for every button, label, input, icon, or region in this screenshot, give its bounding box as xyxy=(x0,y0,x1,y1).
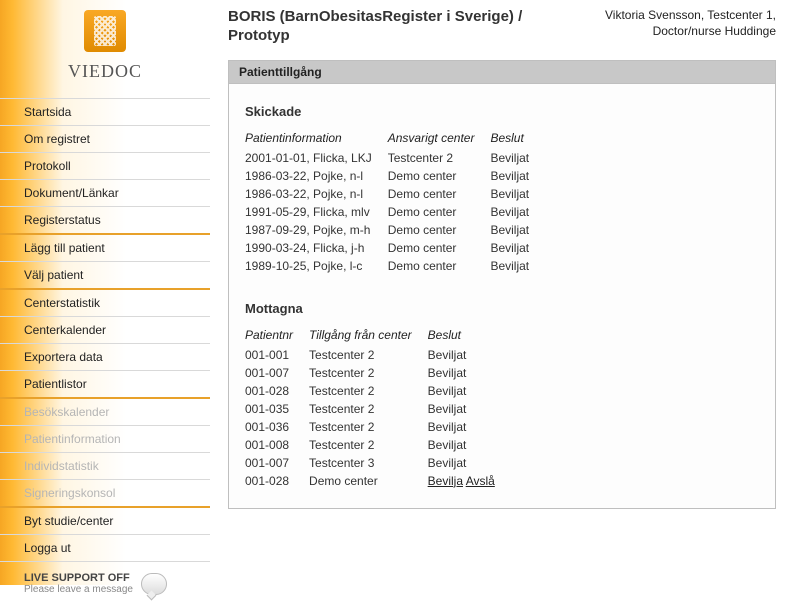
sidebar-item[interactable]: Patientlistor xyxy=(0,370,210,397)
user-line-1: Viktoria Svensson, Testcenter 1, xyxy=(605,8,776,24)
column-header: Beslut xyxy=(428,326,511,346)
table-row: 1986-03-22, Pojke, n-lDemo centerBevilja… xyxy=(245,167,545,185)
brand-area: VIEDOC xyxy=(0,0,210,98)
user-line-2: Doctor/nurse Huddinge xyxy=(605,24,776,40)
sidebar-item: Signeringskonsol xyxy=(0,479,210,506)
live-support-title: LIVE SUPPORT OFF xyxy=(24,572,133,584)
received-table: PatientnrTillgång från centerBeslut 001-… xyxy=(245,326,511,490)
panel-title: Patienttillgång xyxy=(229,61,775,84)
brand-icon xyxy=(84,10,126,52)
sidebar-item[interactable]: Välj patient xyxy=(0,261,210,288)
sidebar-item[interactable]: Centerkalender xyxy=(0,316,210,343)
column-header: Tillgång från center xyxy=(309,326,428,346)
table-row: 1990-03-24, Flicka, j-hDemo centerBevilj… xyxy=(245,239,545,257)
sidebar-item[interactable]: Centerstatistik xyxy=(0,288,210,316)
sidebar-item[interactable]: Exportera data xyxy=(0,343,210,370)
sidebar-item[interactable]: Dokument/Länkar xyxy=(0,179,210,206)
table-row: 001-008Testcenter 2Beviljat xyxy=(245,436,511,454)
table-row: 001-007Testcenter 3Beviljat xyxy=(245,454,511,472)
sidebar-nav: StartsidaOm registretProtokollDokument/L… xyxy=(0,98,210,561)
sidebar-item[interactable]: Registerstatus xyxy=(0,206,210,233)
sent-table: PatientinformationAnsvarigt centerBeslut… xyxy=(245,129,545,275)
received-heading: Mottagna xyxy=(245,301,759,316)
sidebar-item[interactable]: Startsida xyxy=(0,98,210,125)
table-row: 1989-10-25, Pojke, l-cDemo centerBevilja… xyxy=(245,257,545,275)
table-row: 001-028Testcenter 2Beviljat xyxy=(245,382,511,400)
column-header: Ansvarigt center xyxy=(388,129,491,149)
sidebar-item: Individstatistik xyxy=(0,452,210,479)
user-info: Viktoria Svensson, Testcenter 1, Doctor/… xyxy=(605,8,776,39)
table-row: 001-001Testcenter 2Beviljat xyxy=(245,346,511,364)
approve-link[interactable]: Bevilja xyxy=(428,474,463,488)
sidebar-item[interactable]: Logga ut xyxy=(0,534,210,561)
sidebar-item: Patientinformation xyxy=(0,425,210,452)
sent-heading: Skickade xyxy=(245,104,759,119)
table-row: 001-036Testcenter 2Beviljat xyxy=(245,418,511,436)
page-title: BORIS (BarnObesitasRegister i Sverige) /… xyxy=(228,8,568,46)
column-header: Beslut xyxy=(490,129,545,149)
chat-bubble-icon xyxy=(141,573,167,595)
sidebar-item[interactable]: Lägg till patient xyxy=(0,233,210,261)
column-header: Patientnr xyxy=(245,326,309,346)
live-support-subtitle: Please leave a message xyxy=(24,584,133,595)
brand-text: VIEDOC xyxy=(0,61,210,82)
sidebar-item[interactable]: Om registret xyxy=(0,125,210,152)
table-row: 001-035Testcenter 2Beviljat xyxy=(245,400,511,418)
table-row: 001-028Demo centerBevilja Avslå xyxy=(245,472,511,490)
table-row: 1991-05-29, Flicka, mlvDemo centerBevilj… xyxy=(245,203,545,221)
patient-access-panel: Patienttillgång Skickade Patientinformat… xyxy=(228,60,776,509)
sidebar-item[interactable]: Protokoll xyxy=(0,152,210,179)
sidebar-item[interactable]: Byt studie/center xyxy=(0,506,210,534)
table-row: 1987-09-29, Pojke, m-hDemo centerBevilja… xyxy=(245,221,545,239)
sidebar: VIEDOC StartsidaOm registretProtokollDok… xyxy=(0,0,210,585)
table-row: 1986-03-22, Pojke, n-lDemo centerBevilja… xyxy=(245,185,545,203)
column-header: Patientinformation xyxy=(245,129,388,149)
reject-link[interactable]: Avslå xyxy=(466,474,495,488)
table-row: 001-007Testcenter 2Beviljat xyxy=(245,364,511,382)
live-support-box[interactable]: LIVE SUPPORT OFF Please leave a message xyxy=(0,561,210,605)
table-row: 2001-01-01, Flicka, LKJTestcenter 2Bevil… xyxy=(245,149,545,167)
sidebar-item: Besökskalender xyxy=(0,397,210,425)
